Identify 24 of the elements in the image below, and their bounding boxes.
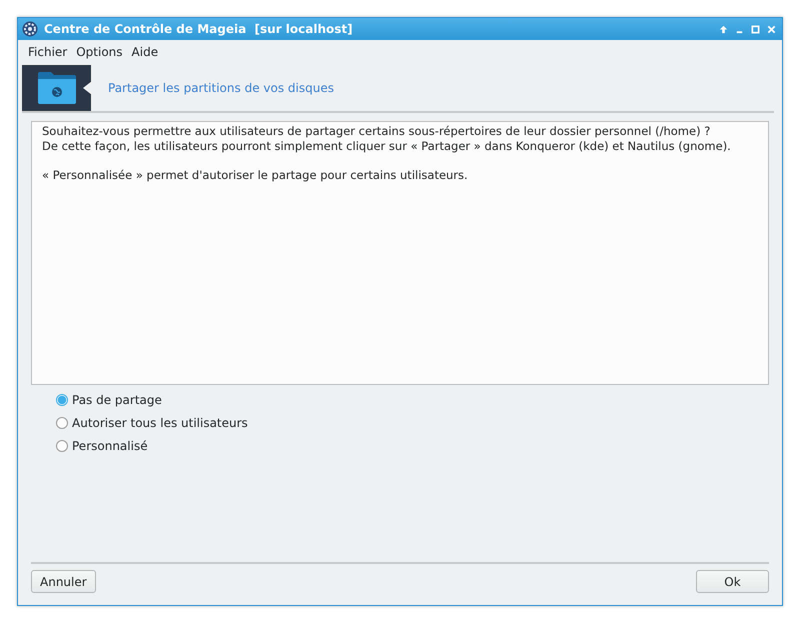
- cancel-button[interactable]: Annuler: [31, 570, 96, 593]
- menu-item[interactable]: Fichier: [28, 45, 68, 59]
- gear-icon: [22, 21, 38, 37]
- radio-option[interactable]: Pas de partage: [56, 391, 769, 409]
- message-text: Souhaitez-vous permettre aux utilisateurs de partager certains sous-répertoires de leur dossier personnel (/home) ? De cette façon, les utilisateurs pourront simplement cliquer sur « Partager » dans Konqueror (kde) et Nautilus (gnome).: [42, 124, 732, 154]
- maximize-icon[interactable]: [751, 24, 760, 34]
- pointer-notch: [83, 81, 92, 95]
- banner-title: Partager les partitions de vos disques: [108, 81, 334, 95]
- keep-above-icon[interactable]: [719, 24, 728, 34]
- menu-item[interactable]: Aide: [132, 45, 158, 59]
- radio-button[interactable]: [56, 417, 68, 429]
- radio-option[interactable]: Personnalisé: [56, 437, 769, 455]
- close-icon[interactable]: [767, 24, 776, 34]
- ok-button[interactable]: Ok: [696, 570, 769, 593]
- menu-item[interactable]: Options: [76, 45, 123, 59]
- window-title: Centre de Contrôle de Mageia [sur localhost]: [44, 22, 354, 36]
- radio-label: Autoriser tous les utilisateurs: [72, 416, 248, 430]
- radio-label: Pas de partage: [72, 393, 162, 407]
- radio-button[interactable]: [56, 394, 68, 406]
- folder-globe-icon: [36, 71, 76, 105]
- message-text: « Personnalisée » permet d'autoriser le partage pour certains utilisateurs.: [42, 168, 469, 183]
- radio-option[interactable]: Autoriser tous les utilisateurs: [56, 414, 769, 432]
- radio-label: Personnalisé: [72, 439, 148, 453]
- radio-button[interactable]: [56, 440, 68, 452]
